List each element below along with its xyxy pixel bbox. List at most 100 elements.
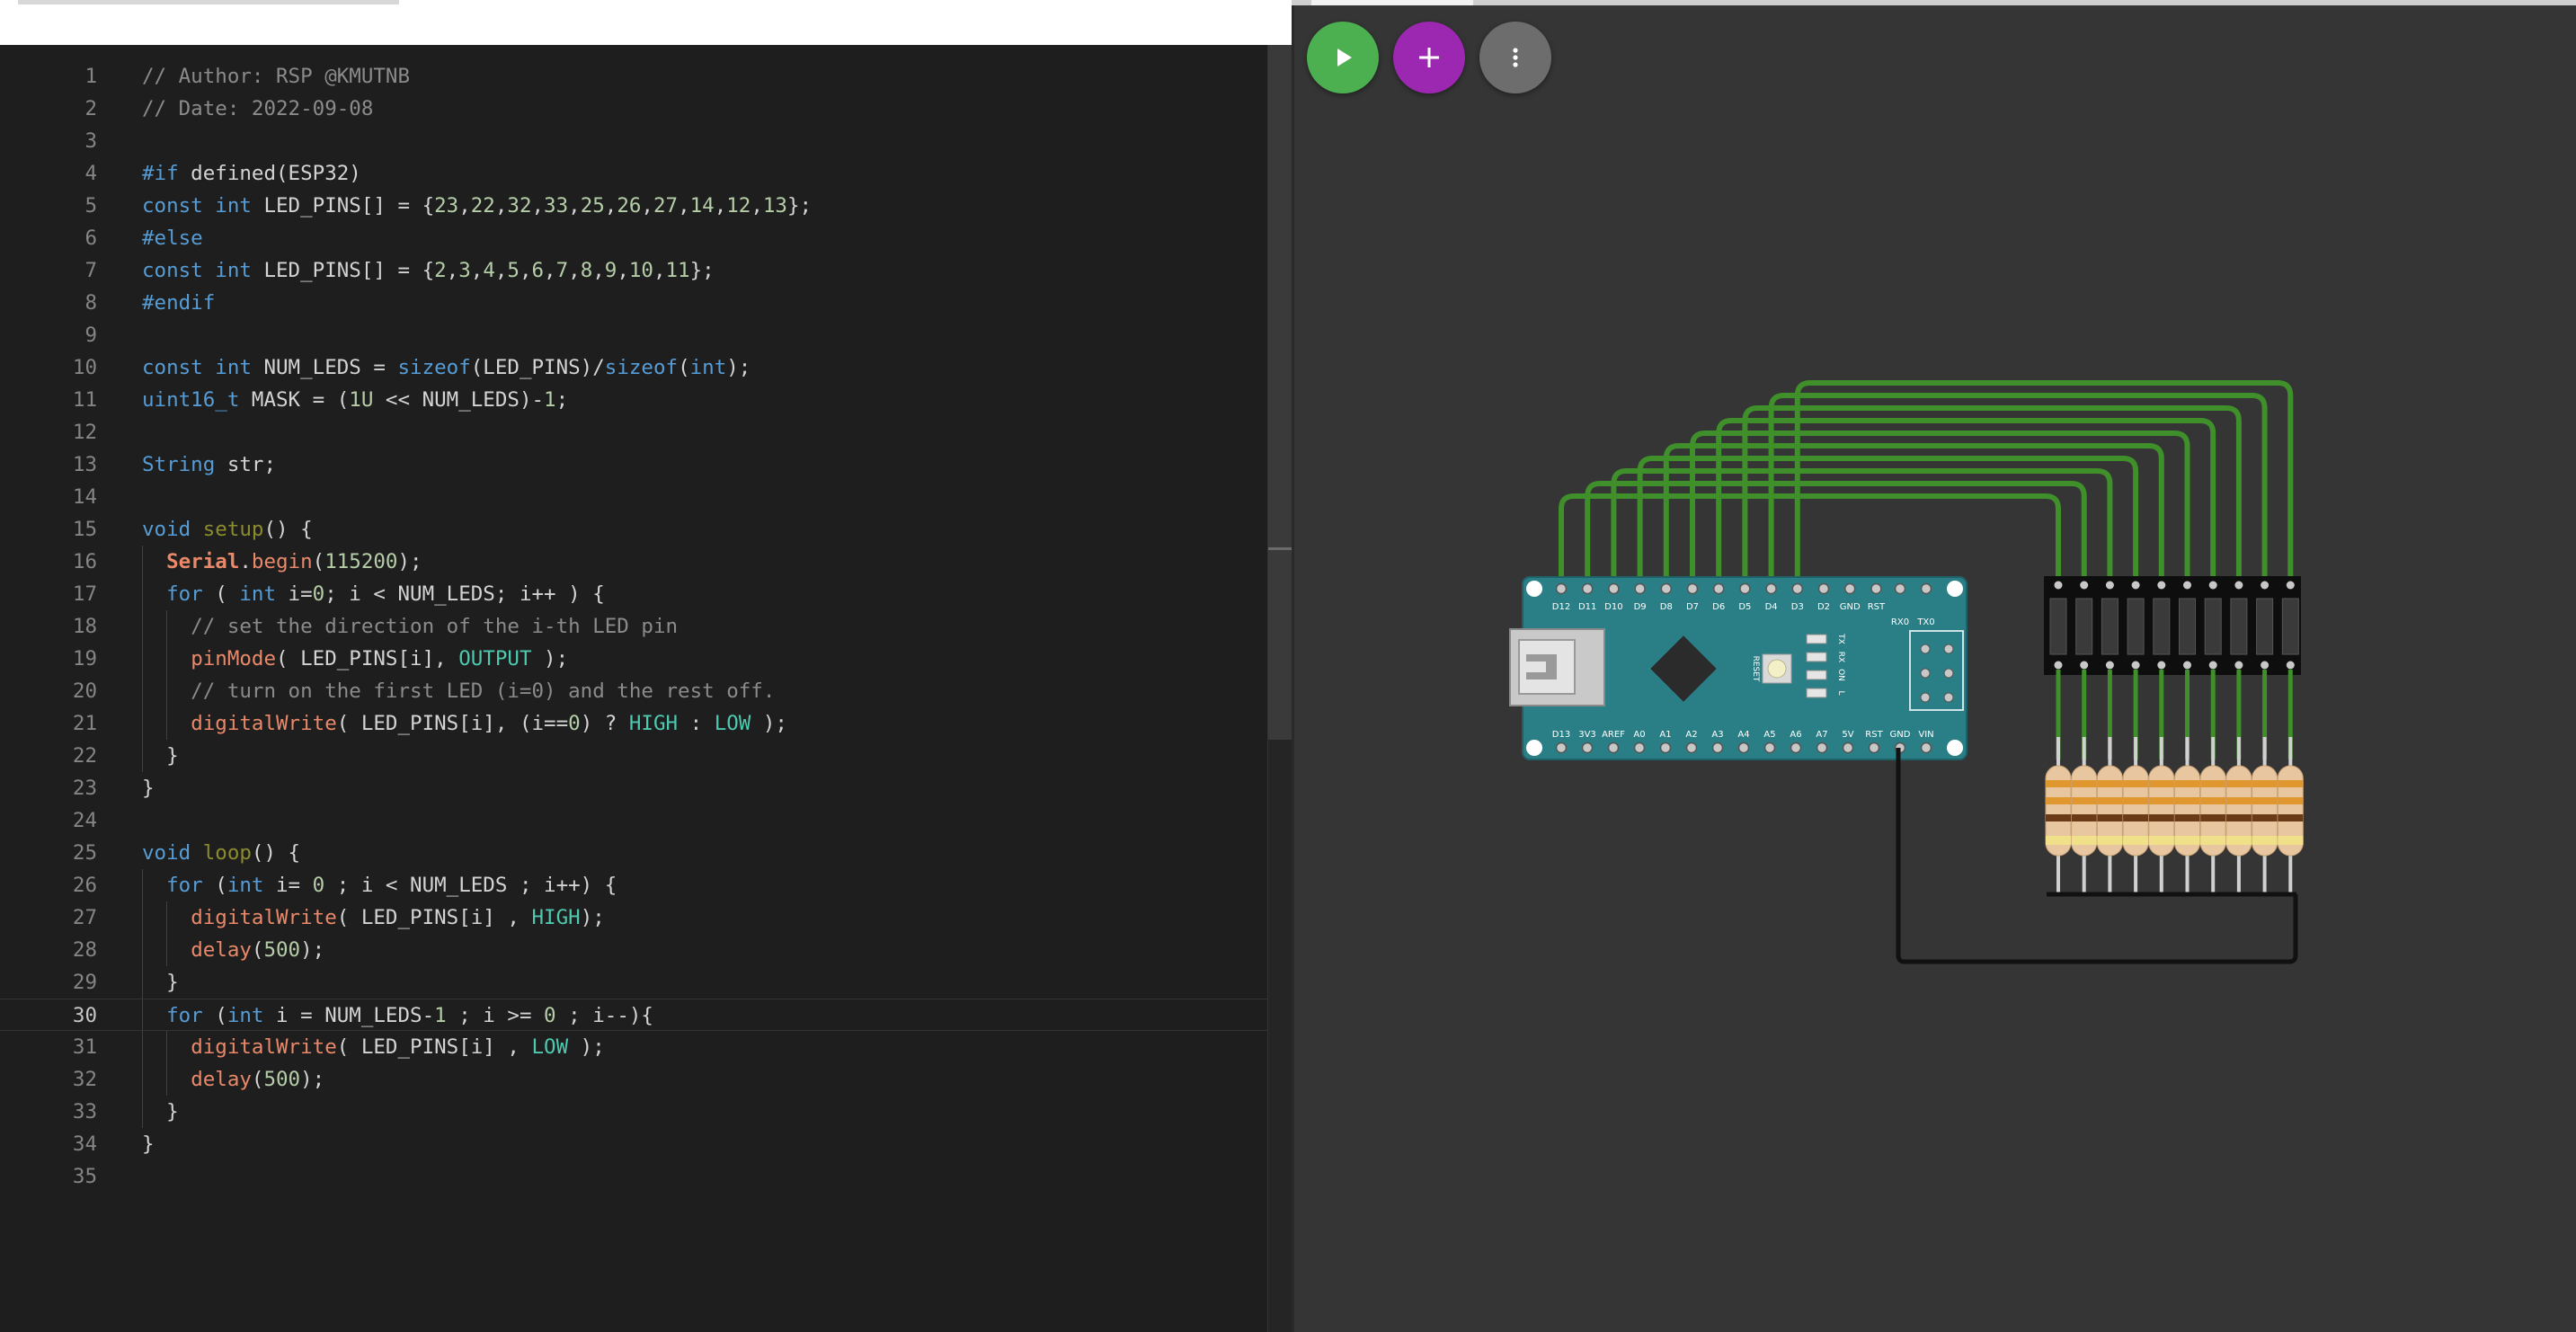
code-line[interactable]: 26 for (int i= 0 ; i < NUM_LEDS ; i++) { bbox=[0, 869, 1267, 901]
led-bar-pin[interactable] bbox=[2286, 661, 2295, 670]
led-bar-pin[interactable] bbox=[2105, 661, 2114, 670]
code-text[interactable]: } bbox=[142, 772, 155, 804]
board-pin-d10[interactable] bbox=[1608, 582, 1620, 595]
signal-wire[interactable] bbox=[1611, 468, 2113, 589]
code-line[interactable]: 35 bbox=[0, 1160, 1267, 1193]
board-pin-a4[interactable] bbox=[1737, 741, 1750, 754]
code-line[interactable]: 24 bbox=[0, 804, 1267, 837]
code-text[interactable]: // Author: RSP @KMUTNB bbox=[142, 60, 410, 93]
board-pin-d7[interactable] bbox=[1686, 582, 1699, 595]
led-bar-pin[interactable] bbox=[2131, 581, 2140, 590]
code-line[interactable]: 33 } bbox=[0, 1096, 1267, 1128]
signal-wire[interactable] bbox=[1585, 481, 2087, 589]
board-pin-a3[interactable] bbox=[1711, 741, 1724, 754]
code-line[interactable]: 18 // set the direction of the i-th LED … bbox=[0, 610, 1267, 643]
board-pin-d3[interactable] bbox=[1791, 582, 1804, 595]
code-line[interactable]: 28 delay(500); bbox=[0, 934, 1267, 966]
led-bar-pin[interactable] bbox=[2080, 661, 2089, 670]
code-line[interactable]: 20 // turn on the first LED (i=0) and th… bbox=[0, 675, 1267, 707]
board-pin-rst[interactable] bbox=[1868, 741, 1880, 754]
code-text[interactable]: delay(500); bbox=[142, 1063, 324, 1096]
signal-wire[interactable] bbox=[1768, 393, 2268, 589]
board-pin-5v[interactable] bbox=[1842, 741, 1854, 754]
wires[interactable] bbox=[1559, 380, 2294, 589]
led-bar-pin[interactable] bbox=[2183, 661, 2191, 670]
led-bar-pin[interactable] bbox=[2208, 581, 2217, 590]
code-line[interactable]: 30 for (int i = NUM_LEDS-1 ; i >= 0 ; i-… bbox=[0, 999, 1267, 1032]
circuit-diagram[interactable]: RESET TX RX ON L D12 D11 D10 D9 D8 D7 D6 D5 D4 D3 D2 G… bbox=[1292, 0, 2576, 1332]
led-bar-pin[interactable] bbox=[2157, 661, 2166, 670]
led-bar-pin[interactable] bbox=[2261, 581, 2270, 590]
board-pin-aref[interactable] bbox=[1607, 741, 1620, 754]
board-pin-d13[interactable] bbox=[1555, 741, 1568, 754]
code-line[interactable]: 2 // Date: 2022-09-08 bbox=[0, 93, 1267, 125]
code-line[interactable]: 12 bbox=[0, 416, 1267, 448]
board-pin-rx0[interactable] bbox=[1894, 582, 1906, 595]
code-text[interactable]: for ( int i=0; i < NUM_LEDS; i++ ) { bbox=[142, 578, 605, 610]
more-options-button[interactable] bbox=[1479, 22, 1551, 93]
code-line[interactable]: 14 bbox=[0, 481, 1267, 513]
code-line[interactable]: 23} bbox=[0, 772, 1267, 804]
code-text[interactable]: } bbox=[142, 966, 179, 999]
led-bar-pin[interactable] bbox=[2208, 661, 2217, 670]
board-pin-a0[interactable] bbox=[1633, 741, 1646, 754]
editor-scroll-thumb[interactable] bbox=[1268, 45, 1292, 740]
board-pin-d12[interactable] bbox=[1555, 582, 1568, 595]
code-text[interactable]: } bbox=[142, 740, 179, 772]
code-editor[interactable]: 1 // Author: RSP @KMUTNB 2 // Date: 2022-09… bbox=[0, 0, 1292, 1332]
add-part-button[interactable] bbox=[1393, 22, 1465, 93]
code-text[interactable]: #endif bbox=[142, 287, 215, 319]
code-text[interactable]: void loop() { bbox=[142, 837, 300, 869]
code-line[interactable]: 9 bbox=[0, 319, 1267, 351]
code-text[interactable]: digitalWrite( LED_PINS[i], (i==0) ? HIGH… bbox=[142, 707, 787, 740]
board-pin-rst[interactable] bbox=[1870, 582, 1882, 595]
led-bar-pin[interactable] bbox=[2286, 581, 2295, 590]
start-simulation-button[interactable] bbox=[1307, 22, 1379, 93]
board-pin-3v3[interactable] bbox=[1581, 741, 1594, 754]
code-line[interactable]: 1 // Author: RSP @KMUTNB bbox=[0, 60, 1267, 93]
code-line[interactable]: 17 for ( int i=0; i < NUM_LEDS; i++ ) { bbox=[0, 578, 1267, 610]
code-text[interactable]: String str; bbox=[142, 448, 276, 481]
board-pin-d5[interactable] bbox=[1739, 582, 1751, 595]
board-pin-d4[interactable] bbox=[1765, 582, 1777, 595]
code-text[interactable]: for (int i = NUM_LEDS-1 ; i >= 0 ; i--){ bbox=[142, 999, 653, 1032]
led-bar-pin[interactable] bbox=[2234, 661, 2243, 670]
board-pin-gnd[interactable] bbox=[1843, 582, 1856, 595]
led-bar-pin[interactable] bbox=[2234, 581, 2243, 590]
code-line[interactable]: 19 pinMode( LED_PINS[i], OUTPUT ); bbox=[0, 643, 1267, 675]
code-area[interactable]: 1 // Author: RSP @KMUTNB 2 // Date: 2022-09… bbox=[0, 45, 1267, 1332]
reset-button[interactable] bbox=[1767, 659, 1787, 679]
code-text[interactable]: uint16_t MASK = (1U << NUM_LEDS)-1; bbox=[142, 384, 568, 416]
code-text[interactable]: // set the direction of the i-th LED pin bbox=[142, 610, 678, 643]
code-text[interactable]: } bbox=[142, 1096, 179, 1128]
board-pin-d6[interactable] bbox=[1712, 582, 1725, 595]
board-pin-vin[interactable] bbox=[1920, 741, 1932, 754]
arduino-nano-board[interactable]: RESET TX RX ON L D12 D11 D10 D9 D8 D7 D6 D5 D4 D3 D2 G… bbox=[1509, 576, 1968, 760]
code-line[interactable]: 31 digitalWrite( LED_PINS[i] , LOW ); bbox=[0, 1031, 1267, 1063]
code-text[interactable]: #if defined(ESP32) bbox=[142, 157, 361, 190]
led-bar-pin[interactable] bbox=[2054, 661, 2063, 670]
board-pin-a7[interactable] bbox=[1816, 741, 1828, 754]
code-text[interactable]: Serial.begin(115200); bbox=[142, 546, 422, 578]
board-pin-tx0[interactable] bbox=[1920, 582, 1932, 595]
code-line[interactable]: 16 Serial.begin(115200); bbox=[0, 546, 1267, 578]
code-text[interactable]: const int LED_PINS[] = {23,22,32,33,25,2… bbox=[142, 190, 812, 222]
signal-wire[interactable] bbox=[1559, 493, 2061, 589]
code-line[interactable]: 29 } bbox=[0, 966, 1267, 999]
signal-wire[interactable] bbox=[1637, 456, 2139, 589]
led-bar-pin[interactable] bbox=[2080, 581, 2089, 590]
board-pin-a6[interactable] bbox=[1790, 741, 1802, 754]
code-line[interactable]: 25 void loop() { bbox=[0, 837, 1267, 869]
code-line[interactable]: 7 const int LED_PINS[] = {2,3,4,5,6,7,8,9… bbox=[0, 254, 1267, 287]
code-text[interactable]: digitalWrite( LED_PINS[i] , LOW ); bbox=[142, 1031, 605, 1063]
code-line[interactable]: 27 digitalWrite( LED_PINS[i] , HIGH); bbox=[0, 901, 1267, 934]
board-pin-a1[interactable] bbox=[1659, 741, 1672, 754]
code-line[interactable]: 13 String str; bbox=[0, 448, 1267, 481]
code-line[interactable]: 3 bbox=[0, 125, 1267, 157]
led-bar-pin[interactable] bbox=[2105, 581, 2114, 590]
code-text[interactable]: // turn on the first LED (i=0) and the r… bbox=[142, 675, 775, 707]
code-line[interactable]: 5 const int LED_PINS[] = {23,22,32,33,25,… bbox=[0, 190, 1267, 222]
signal-wire[interactable] bbox=[1663, 443, 2164, 589]
code-line[interactable]: 32 delay(500); bbox=[0, 1063, 1267, 1096]
code-line[interactable]: 34} bbox=[0, 1128, 1267, 1160]
